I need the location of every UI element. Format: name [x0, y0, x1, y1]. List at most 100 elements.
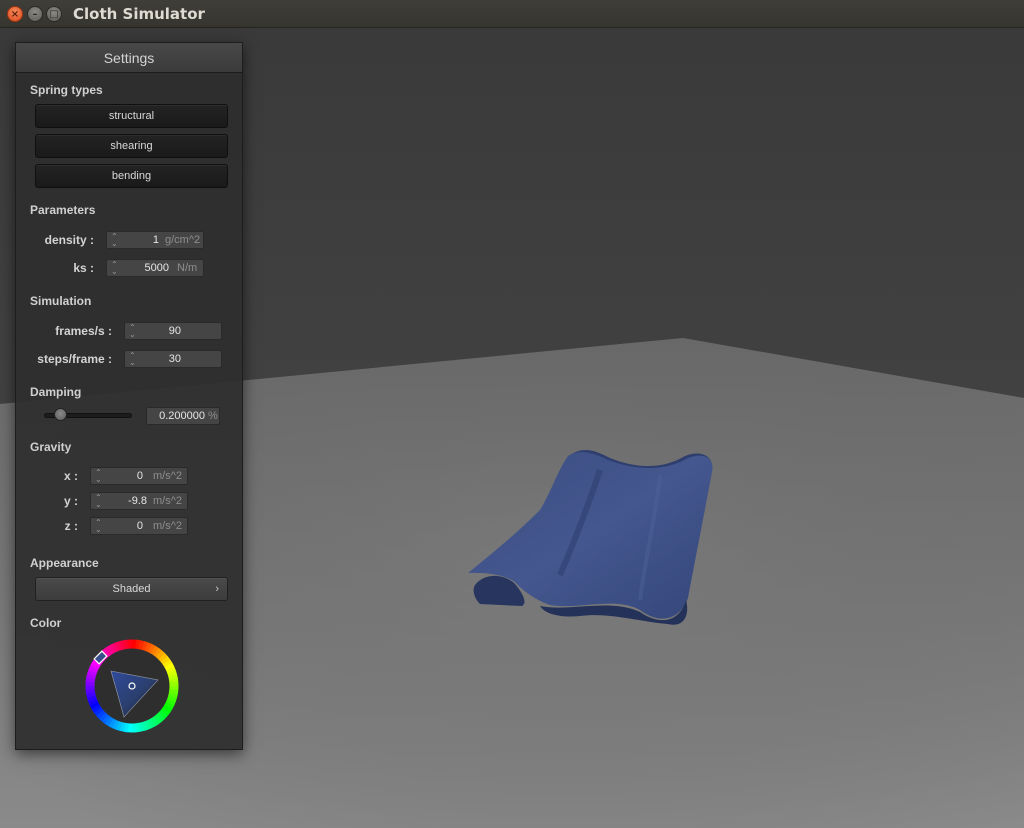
gravity-x-label: x :: [63, 469, 78, 483]
hue-ring-segment[interactable]: [85, 688, 96, 695]
hue-ring-segment[interactable]: [119, 640, 126, 650]
structural-button[interactable]: structural: [35, 104, 228, 128]
hue-ring-segment[interactable]: [147, 718, 156, 729]
hue-ring-segment[interactable]: [112, 642, 120, 653]
hue-ring-segment[interactable]: [86, 692, 96, 699]
hue-ring-segment[interactable]: [89, 701, 100, 710]
hue-ring-segment[interactable]: [167, 670, 178, 677]
spinner-icon[interactable]: ⌃ ⌄: [95, 519, 102, 534]
minimize-window-button[interactable]: –: [27, 6, 43, 22]
gravity-z-unit: m/s^2: [153, 520, 182, 532]
gravity-label: Gravity: [30, 440, 72, 454]
ks-field[interactable]: ⌃ ⌄ 5000 N/m: [106, 259, 204, 277]
spinner-icon[interactable]: ⌃ ⌄: [111, 233, 118, 248]
hue-ring-segment[interactable]: [86, 673, 96, 680]
settings-panel: Settings Spring types structural shearin…: [15, 42, 243, 750]
hue-ring-segment[interactable]: [108, 643, 117, 654]
ks-label: ks :: [73, 261, 94, 275]
hue-ring-segment[interactable]: [162, 659, 173, 668]
hue-ring-segment[interactable]: [158, 653, 168, 663]
hue-ring-segment[interactable]: [108, 718, 117, 729]
hue-ring-segment[interactable]: [102, 647, 111, 658]
hue-ring-segment[interactable]: [156, 650, 166, 660]
shearing-button[interactable]: shearing: [35, 134, 228, 158]
hue-ring-segment[interactable]: [147, 643, 156, 654]
hue-ring-segment[interactable]: [96, 709, 106, 719]
hue-ring-segment[interactable]: [160, 707, 171, 717]
spinner-icon[interactable]: ⌃ ⌄: [129, 352, 136, 367]
hue-ring-segment[interactable]: [101, 714, 111, 725]
hue-ring-segment[interactable]: [153, 647, 163, 658]
hue-ring-segment[interactable]: [134, 722, 141, 733]
hue-ring-segment[interactable]: [91, 704, 102, 713]
hue-ring-segment[interactable]: [165, 666, 176, 674]
gravity-z-field[interactable]: ⌃ ⌄ 0 m/s^2: [90, 517, 188, 535]
hue-ring-segment[interactable]: [111, 719, 120, 730]
hue-ring-segment[interactable]: [165, 698, 176, 707]
damping-label: Damping: [30, 385, 82, 399]
hue-ring-segment[interactable]: [168, 689, 179, 695]
color-wheel[interactable]: [85, 639, 179, 733]
maximize-window-button[interactable]: □: [46, 6, 62, 22]
gravity-x-unit: m/s^2: [153, 470, 182, 482]
density-field[interactable]: ⌃ ⌄ 1 g/cm^2: [106, 231, 204, 249]
hue-ring-segment[interactable]: [168, 677, 179, 684]
steps-value: 30: [168, 353, 181, 365]
hue-ring-segment[interactable]: [164, 662, 175, 671]
hue-ring-segment[interactable]: [119, 722, 126, 732]
hue-ring-segment[interactable]: [87, 669, 97, 677]
damping-field[interactable]: 0.200000 %: [146, 407, 220, 425]
hue-ring-segment[interactable]: [123, 639, 130, 650]
appearance-dropdown[interactable]: Shaded ›: [35, 577, 228, 601]
spinner-icon[interactable]: ⌃ ⌄: [111, 261, 118, 276]
hue-ring-segment[interactable]: [168, 692, 178, 699]
hue-ring-segment[interactable]: [88, 665, 99, 674]
hue-ring-segment[interactable]: [138, 640, 145, 650]
window-title: Cloth Simulator: [73, 5, 205, 23]
spinner-icon[interactable]: ⌃ ⌄: [95, 469, 102, 484]
spinner-icon[interactable]: ⌃ ⌄: [129, 324, 136, 339]
hue-ring-segment[interactable]: [85, 677, 96, 683]
steps-field[interactable]: ⌃ ⌄ 30: [124, 350, 222, 368]
hue-ring-segment[interactable]: [104, 716, 114, 727]
hue-ring-segment[interactable]: [88, 698, 99, 706]
hue-ring-segment[interactable]: [141, 641, 149, 651]
hue-ring-segment[interactable]: [167, 695, 177, 703]
hue-ring-segment[interactable]: [123, 722, 129, 733]
spinner-icon[interactable]: ⌃ ⌄: [95, 494, 102, 509]
chevron-right-icon: ›: [215, 583, 219, 595]
damping-slider-handle[interactable]: [54, 408, 68, 421]
gravity-z-value: 0: [136, 520, 143, 532]
appearance-label: Appearance: [30, 556, 99, 570]
density-label: density :: [44, 233, 94, 247]
hue-ring-segment[interactable]: [144, 642, 153, 653]
hue-ring-segment[interactable]: [141, 721, 148, 732]
fps-field[interactable]: ⌃ ⌄ 90: [124, 322, 222, 340]
hue-ring-segment[interactable]: [115, 721, 123, 731]
hue-ring-segment[interactable]: [162, 704, 173, 714]
hue-ring-segment[interactable]: [150, 716, 159, 727]
hue-ring-segment[interactable]: [160, 656, 171, 665]
hue-ring-segment[interactable]: [168, 673, 178, 680]
hue-ring-segment[interactable]: [155, 712, 165, 722]
simulation-label: Simulation: [30, 294, 92, 308]
hue-ring-segment[interactable]: [105, 645, 114, 656]
hue-ring-segment[interactable]: [164, 701, 175, 710]
hue-ring-segment[interactable]: [93, 707, 104, 716]
hue-ring-segment[interactable]: [116, 640, 123, 651]
hue-ring-segment[interactable]: [144, 719, 152, 730]
gravity-y-label: y :: [63, 494, 78, 508]
gravity-x-field[interactable]: ⌃ ⌄ 0 m/s^2: [90, 467, 188, 485]
hue-ring-segment[interactable]: [98, 712, 108, 722]
close-window-button[interactable]: ×: [7, 6, 23, 22]
bending-button[interactable]: bending: [35, 164, 228, 188]
density-unit: g/cm^2: [165, 234, 201, 246]
hue-ring-segment[interactable]: [86, 695, 97, 702]
hue-ring-segment[interactable]: [150, 645, 160, 656]
hue-ring-segment[interactable]: [135, 639, 141, 650]
hue-ring-segment[interactable]: [138, 722, 145, 732]
hue-ring-segment[interactable]: [153, 714, 162, 725]
hue-ring-segment[interactable]: [158, 710, 168, 720]
gravity-y-field[interactable]: ⌃ ⌄ -9.8 m/s^2: [90, 492, 188, 510]
hue-ring-segment[interactable]: [89, 662, 100, 671]
